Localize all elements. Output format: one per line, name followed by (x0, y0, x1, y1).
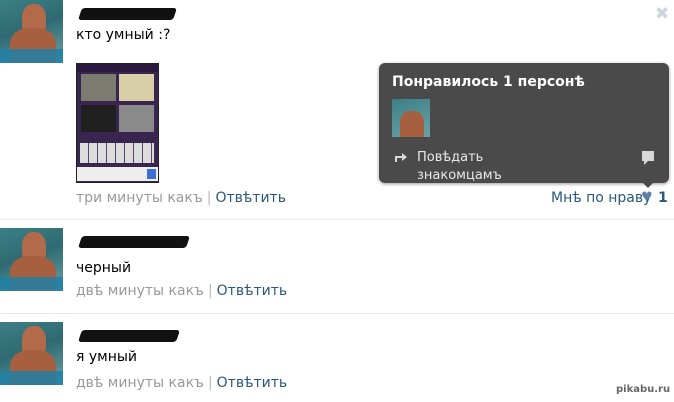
author-name-redacted (78, 8, 177, 20)
message-icon[interactable] (642, 151, 654, 165)
tooltip-arrow (642, 182, 654, 188)
author-name-redacted (78, 236, 190, 248)
timestamp[interactable]: двѣ минуты какъ (76, 375, 204, 391)
comment-2: черный двѣ минуты какъ | Отвѣтить (0, 228, 674, 308)
watermark: pikabu.ru (616, 384, 671, 395)
liker-avatar[interactable] (392, 99, 430, 137)
comment-3: я умный двѣ минуты какъ | Отвѣтить (0, 322, 674, 402)
author-name-redacted (78, 330, 180, 342)
comment-meta: три минуты какъ | Отвѣтить (76, 190, 286, 206)
tooltip-title: Понравилось 1 персонѣ (392, 74, 585, 90)
share-with-friends-link[interactable]: Повѣдать знакомцамъ (417, 149, 527, 185)
avatar[interactable] (0, 228, 63, 291)
comment-meta: двѣ минуты какъ | Отвѣтить (76, 283, 288, 299)
likes-tooltip: Понравилось 1 персонѣ Повѣдать знакомцам… (379, 63, 669, 188)
attached-image[interactable] (76, 63, 159, 183)
comment-divider (0, 313, 674, 314)
comment-text: я умный (76, 349, 138, 365)
like-button[interactable]: Мнѣ по нраву (551, 190, 651, 206)
comment-text: кто умный :? (76, 27, 171, 43)
comment-divider (0, 219, 674, 220)
avatar[interactable] (0, 0, 63, 63)
avatar[interactable] (0, 322, 63, 385)
like-count[interactable]: 1 (658, 190, 668, 206)
comment-text: черный (76, 260, 132, 276)
share-icon[interactable] (394, 151, 408, 163)
close-icon[interactable]: ✖ (655, 4, 669, 24)
timestamp[interactable]: три минуты какъ (76, 190, 203, 206)
comment-meta: двѣ минуты какъ | Отвѣтить (76, 375, 288, 391)
reply-link[interactable]: Отвѣтить (217, 283, 288, 299)
reply-link[interactable]: Отвѣтить (215, 190, 286, 206)
reply-link[interactable]: Отвѣтить (217, 375, 288, 391)
timestamp[interactable]: двѣ минуты какъ (76, 283, 204, 299)
heart-icon[interactable]: ♥ (641, 190, 653, 205)
